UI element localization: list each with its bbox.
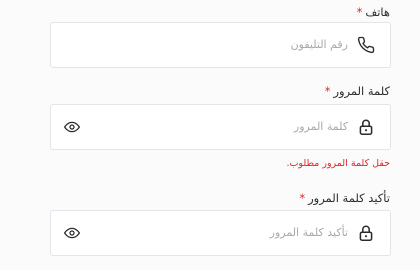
signup-form: هاتف* رقم التليفون كلمة المرور* كلمة الم…: [0, 0, 420, 270]
phone-placeholder: رقم التليفون: [290, 38, 348, 51]
eye-icon[interactable]: [63, 118, 81, 136]
phone-icon: [356, 35, 376, 55]
required-mark: *: [324, 84, 331, 98]
confirm-password-label: تأكيد كلمة المرور*: [299, 191, 390, 205]
lock-icon: [356, 117, 376, 137]
eye-icon[interactable]: [63, 224, 81, 242]
confirm-password-label-text: تأكيد كلمة المرور: [308, 191, 390, 205]
lock-icon: [356, 223, 376, 243]
required-mark: *: [299, 191, 306, 205]
required-mark: *: [356, 5, 363, 19]
password-field[interactable]: كلمة المرور: [50, 104, 391, 150]
confirm-password-placeholder: تأكيد كلمة المرور: [269, 226, 348, 239]
phone-label: هاتف*: [357, 5, 390, 19]
phone-field[interactable]: رقم التليفون: [50, 22, 391, 68]
password-error: حقل كلمة المرور مطلوب.: [286, 158, 390, 169]
phone-label-text: هاتف: [365, 5, 390, 19]
password-placeholder: كلمة المرور: [293, 120, 348, 133]
password-label: كلمة المرور*: [325, 84, 390, 98]
confirm-password-field[interactable]: تأكيد كلمة المرور: [50, 210, 391, 256]
password-label-text: كلمة المرور: [333, 84, 390, 98]
